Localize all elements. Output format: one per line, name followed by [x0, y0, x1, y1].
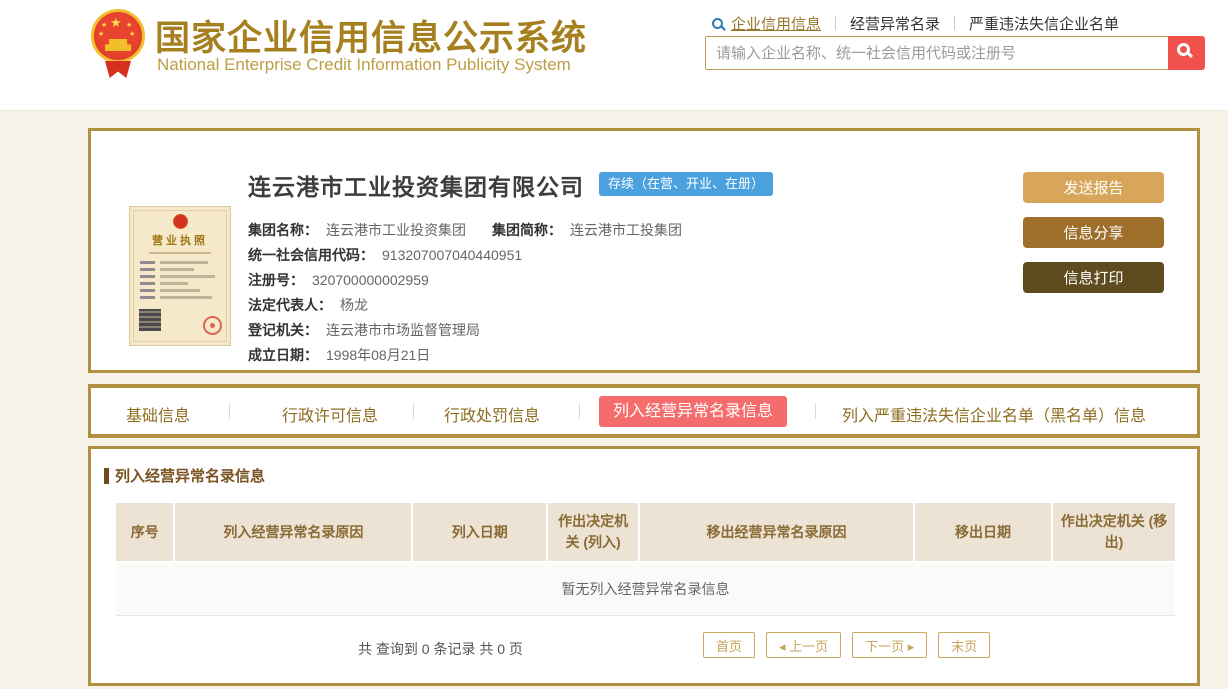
col-header-deciding-authority-out: 作出决定机关 (移出): [1053, 503, 1175, 561]
license-title: 营业执照: [130, 232, 230, 248]
nav-serious-violation-list[interactable]: 严重违法失信企业名单: [969, 13, 1119, 34]
emblem-star-icon: ★: [110, 15, 122, 31]
col-header-inclusion-date: 列入日期: [413, 503, 546, 561]
prev-page-button[interactable]: ◂ 上一页: [766, 632, 841, 658]
tab-blacklist[interactable]: 列入严重违法失信企业名单（黑名单）信息: [842, 402, 1146, 426]
pagination-controls: 首页 ◂ 上一页 下一页 ▸ 末页: [703, 632, 990, 658]
tab-separator: [815, 403, 816, 419]
field-label: 法定代表人：: [248, 293, 332, 318]
business-license-image: 营业执照: [129, 206, 231, 346]
license-red-seal-icon: [203, 316, 222, 335]
abnormal-operations-table: 序号 列入经营异常名录原因 列入日期 作出决定机关 (列入) 移出经营异常名录原…: [114, 501, 1177, 618]
company-name: 连云港市工业投资集团有限公司: [248, 168, 584, 202]
first-page-button[interactable]: 首页: [703, 632, 755, 658]
search-bar: [705, 36, 1205, 70]
field-value: 连云港市工投集团: [570, 218, 682, 243]
company-info-fields: 集团名称： 连云港市工业投资集团 集团简称： 连云港市工投集团 统一社会信用代码…: [248, 218, 682, 368]
share-info-button[interactable]: 信息分享: [1023, 217, 1164, 248]
tab-administrative-penalty[interactable]: 行政处罚信息: [444, 402, 540, 426]
license-text-line: [140, 289, 220, 292]
tab-separator: [413, 403, 414, 419]
license-text-line: [140, 268, 220, 271]
tab-separator: [229, 403, 230, 419]
info-row-registration-number: 注册号： 320700000002959: [248, 268, 682, 293]
col-header-index: 序号: [116, 503, 173, 561]
site-header: ★ ★ ★ ★ ★ 国家企业信用信息公示系统 National Enterpri…: [0, 0, 1228, 111]
field-label: 成立日期：: [248, 343, 318, 368]
field-label: 统一社会信用代码：: [248, 243, 374, 268]
col-header-inclusion-reason: 列入经营异常名录原因: [175, 503, 411, 561]
nav-separator: [835, 16, 836, 30]
emblem-gate-icon: [105, 39, 131, 51]
field-value: 连云港市工业投资集团: [326, 218, 466, 243]
site-title: 国家企业信用信息公示系统: [155, 10, 587, 61]
site-subtitle: National Enterprise Credit Information P…: [157, 55, 571, 75]
search-type-nav: 企业信用信息 经营异常名录 严重违法失信企业名单: [712, 13, 1119, 33]
license-text-line: [140, 296, 220, 299]
tab-abnormal-operations[interactable]: 列入经营异常名录信息: [599, 396, 787, 427]
table-empty-row: 暂无列入经营异常名录信息: [116, 563, 1175, 616]
search-button[interactable]: [1168, 36, 1205, 70]
nav-enterprise-credit-info[interactable]: 企业信用信息: [731, 13, 821, 34]
next-page-button[interactable]: 下一页 ▸: [852, 632, 927, 658]
field-value: 杨龙: [340, 293, 368, 318]
col-header-deciding-authority-in: 作出决定机关 (列入): [548, 503, 638, 561]
field-value: 913207007040440951: [382, 243, 522, 268]
license-text-line: [140, 282, 220, 285]
col-header-removal-date: 移出日期: [915, 503, 1051, 561]
national-emblem-logo: ★ ★ ★ ★ ★: [89, 9, 147, 79]
nav-abnormal-operations-list[interactable]: 经营异常名录: [850, 13, 940, 34]
send-report-button[interactable]: 发送报告: [1023, 172, 1164, 203]
tab-basic-info[interactable]: 基础信息: [126, 402, 190, 426]
search-icon: [1177, 43, 1190, 56]
license-subtitle-line: [149, 252, 211, 254]
field-value: 连云港市市场监督管理局: [326, 318, 480, 343]
emblem-star-icon: ★: [126, 21, 132, 29]
section-title: 列入经营异常名录信息: [104, 465, 265, 486]
license-text-line: [140, 275, 220, 278]
field-label: 集团简称：: [492, 218, 562, 243]
field-label: 登记机关：: [248, 318, 318, 343]
col-header-removal-reason: 移出经营异常名录原因: [640, 503, 913, 561]
table-header-row: 序号 列入经营异常名录原因 列入日期 作出决定机关 (列入) 移出经营异常名录原…: [116, 503, 1175, 561]
abnormal-operations-section: 列入经营异常名录信息 序号 列入经营异常名录原因 列入日期 作出决定机关 (列入…: [88, 446, 1200, 686]
info-row-group-name: 集团名称： 连云港市工业投资集团 集团简称： 连云港市工投集团: [248, 218, 682, 243]
emblem-star-icon: ★: [101, 21, 107, 29]
emblem-star-icon: ★: [98, 30, 104, 38]
status-badge: 存续（在营、开业、在册）: [599, 172, 773, 196]
search-input[interactable]: [705, 36, 1168, 70]
nav-separator: [954, 16, 955, 30]
empty-state-text: 暂无列入经营异常名录信息: [116, 563, 1175, 616]
field-value: 320700000002959: [312, 268, 429, 293]
info-row-registration-authority: 登记机关： 连云港市市场监督管理局: [248, 318, 682, 343]
field-label: 集团名称：: [248, 218, 318, 243]
emblem-ribbon-icon: [105, 61, 131, 78]
pagination-summary: 共 查询到 0 条记录 共 0 页: [358, 639, 523, 659]
emblem-star-icon: ★: [129, 30, 135, 38]
license-emblem-icon: [173, 214, 188, 229]
last-page-button[interactable]: 末页: [938, 632, 990, 658]
title-bar-icon: [104, 468, 109, 484]
field-label: 注册号：: [248, 268, 304, 293]
company-summary-panel: 营业执照 连云港市工业投资集团有限公司 存续（在营、开业、在册） 集团名称： 连…: [88, 128, 1200, 373]
field-value: 1998年08月21日: [326, 343, 430, 368]
detail-tabs-bar: 基础信息 行政许可信息 行政处罚信息 列入经营异常名录信息 列入严重违法失信企业…: [88, 384, 1200, 438]
license-text-line: [140, 261, 220, 264]
tab-administrative-licensing[interactable]: 行政许可信息: [282, 402, 378, 426]
print-info-button[interactable]: 信息打印: [1023, 262, 1164, 293]
search-icon: [712, 18, 723, 29]
license-qr-code: [139, 309, 161, 331]
info-row-legal-representative: 法定代表人： 杨龙: [248, 293, 682, 318]
tab-separator: [579, 403, 580, 419]
info-row-establishment-date: 成立日期： 1998年08月21日: [248, 343, 682, 368]
info-row-credit-code: 统一社会信用代码： 913207007040440951: [248, 243, 682, 268]
section-title-text: 列入经营异常名录信息: [115, 465, 265, 486]
